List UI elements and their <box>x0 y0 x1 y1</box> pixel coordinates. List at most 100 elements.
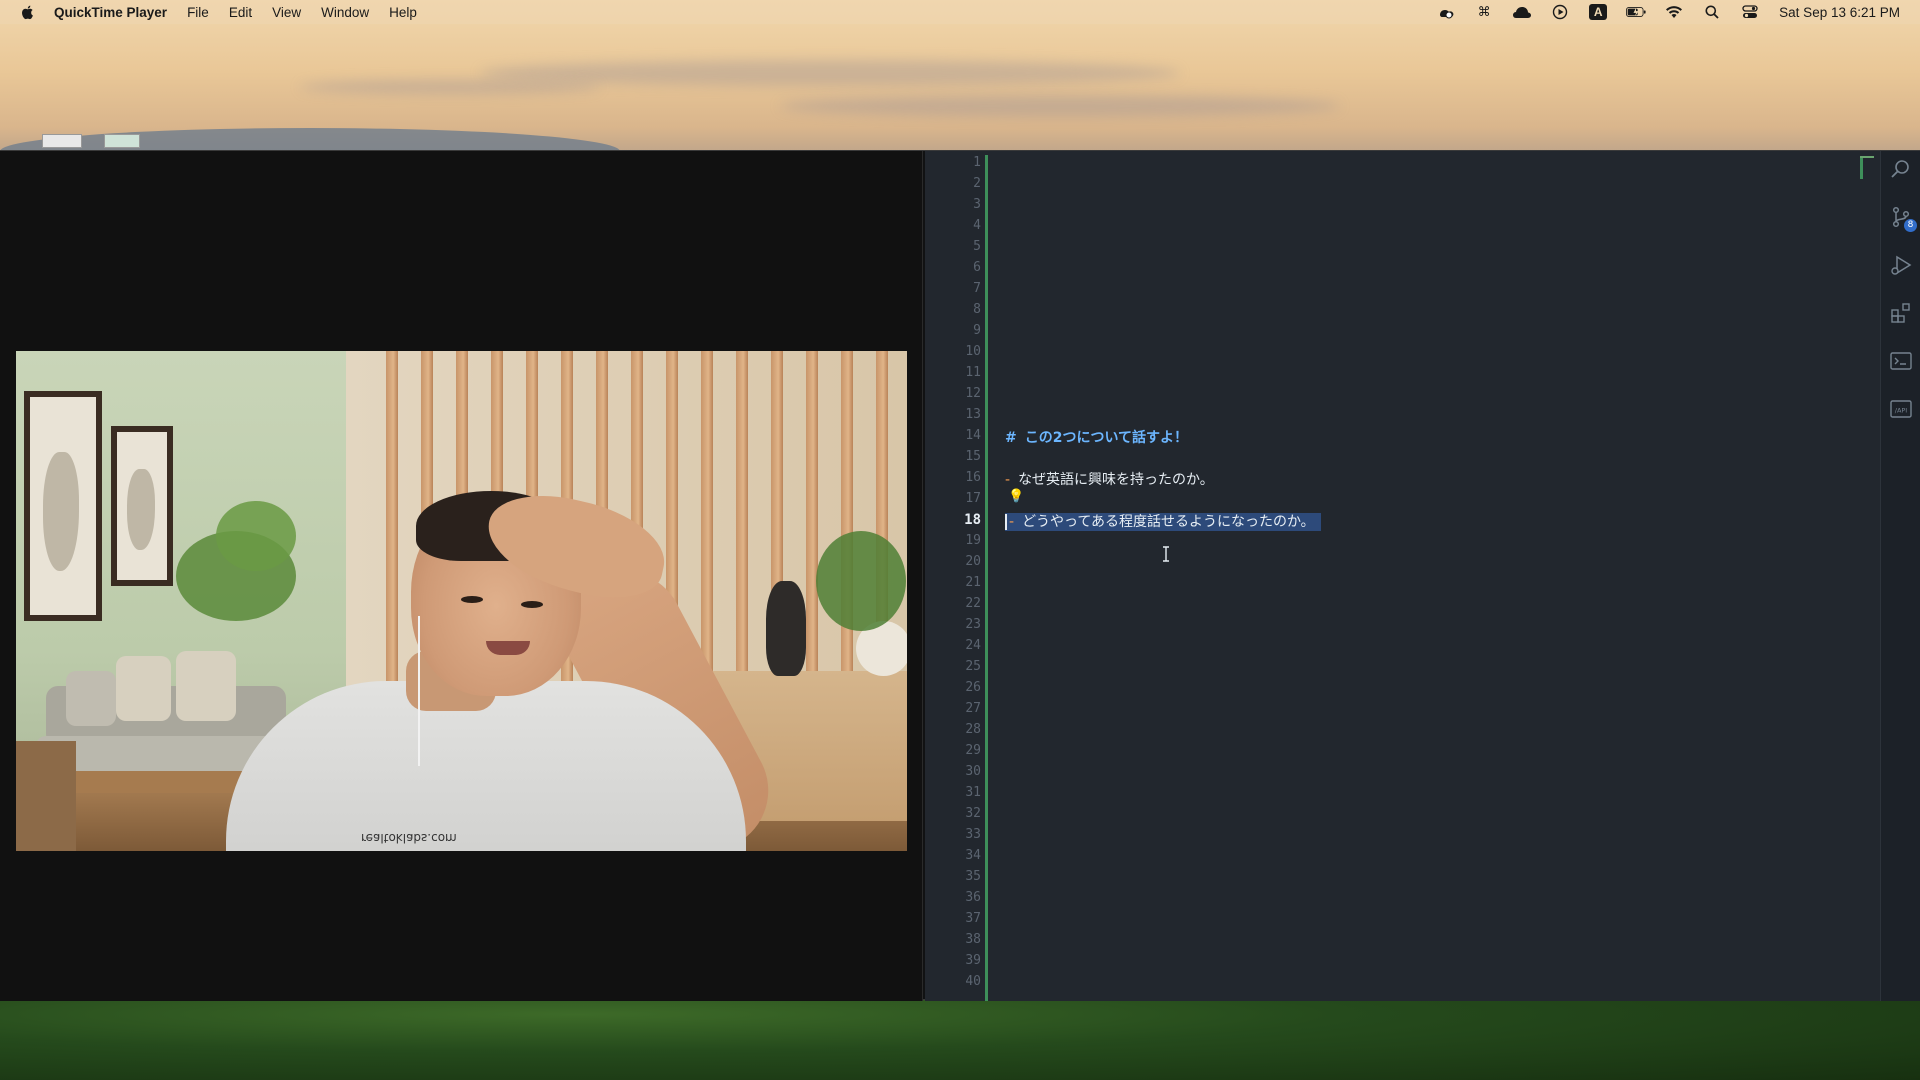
person-eye <box>461 596 483 603</box>
line-number: 17 <box>965 491 981 506</box>
minimap-change-marker[interactable] <box>1860 157 1863 179</box>
menu-file[interactable]: File <box>187 5 209 20</box>
api-label: /API <box>1895 407 1908 415</box>
menu-app-name[interactable]: QuickTime Player <box>54 5 167 20</box>
line-number: 11 <box>965 365 981 380</box>
line-number: 9 <box>973 323 981 338</box>
cloud <box>780 95 1340 117</box>
cloud <box>480 60 1180 86</box>
line-number: 27 <box>965 701 981 716</box>
source-control-icon[interactable]: 8 <box>1889 205 1917 232</box>
line-number: 8 <box>973 302 981 317</box>
keyboard-input-icon[interactable]: A <box>1588 4 1608 20</box>
line-number: 4 <box>973 218 981 233</box>
line-number: 25 <box>965 659 981 674</box>
wifi-icon[interactable] <box>1664 4 1684 20</box>
terminal-icon[interactable] <box>1889 349 1913 373</box>
editor-line-18[interactable]: - どうやってある程度話せるようになったのか。 <box>1005 511 1321 531</box>
line-number: 14 <box>965 428 981 443</box>
line-number: 15 <box>965 449 981 464</box>
line-number: 16 <box>965 470 981 485</box>
play-circle-icon[interactable] <box>1550 4 1570 20</box>
line-number: 5 <box>973 239 981 254</box>
line-number: 23 <box>965 617 981 632</box>
line-number: 18 <box>964 512 981 528</box>
wall-art <box>111 426 173 586</box>
line-number: 38 <box>965 932 981 947</box>
spotlight-search-icon[interactable] <box>1702 4 1722 20</box>
gutter-change-bar <box>985 155 988 1001</box>
search-icon[interactable] <box>1889 157 1913 181</box>
run-debug-icon[interactable] <box>1889 253 1913 277</box>
line-number: 2 <box>973 176 981 191</box>
input-source-label: A <box>1589 4 1608 20</box>
app-indicator-icon[interactable] <box>1436 4 1456 20</box>
shirt-logo: realtoklabs.com <box>361 831 457 845</box>
heading-marker: # <box>1005 430 1017 446</box>
main-window: realtoklabs.com 1 2 3 4 5 6 7 8 9 10 11 12 13 14 15 16 1… <box>0 150 1920 1001</box>
line-number: 12 <box>965 386 981 401</box>
line-number: 28 <box>965 722 981 737</box>
line-number: 10 <box>965 344 981 359</box>
apple-menu-icon[interactable] <box>20 4 36 20</box>
background-window-thumbnail[interactable] <box>42 134 82 148</box>
vase <box>766 581 806 676</box>
cushion <box>116 656 171 721</box>
heading-text: この2つについて話すよ！ <box>1024 430 1189 446</box>
minimap-viewport-indicator[interactable] <box>1860 156 1874 158</box>
control-center-icon[interactable] <box>1740 4 1760 20</box>
list-item-text: なぜ英語に興味を持ったのか。 <box>1018 472 1214 488</box>
line-number: 30 <box>965 764 981 779</box>
selection-highlight: - どうやってある程度話せるようになったのか。 <box>1005 513 1321 531</box>
line-number: 7 <box>973 281 981 296</box>
cloud <box>300 80 600 94</box>
battery-icon[interactable] <box>1626 4 1646 20</box>
quicktime-video-pane[interactable]: realtoklabs.com <box>0 151 923 1001</box>
line-number: 29 <box>965 743 981 758</box>
editor-line-14[interactable]: # この2つについて話すよ！ <box>1005 427 1188 447</box>
earbud-wire <box>418 616 420 766</box>
side-stool <box>16 741 76 851</box>
line-number-gutter: 1 2 3 4 5 6 7 8 9 10 11 12 13 14 15 16 17 18 19 20 21 22 23 24 2… <box>925 151 987 1001</box>
cushion <box>66 671 116 726</box>
video-frame[interactable]: realtoklabs.com <box>16 351 907 851</box>
plant <box>816 531 906 631</box>
menu-bar: QuickTime Player File Edit View Window H… <box>0 0 1920 24</box>
cloud-icon[interactable] <box>1512 4 1532 20</box>
line-number: 35 <box>965 869 981 884</box>
line-number: 3 <box>973 197 981 212</box>
text-caret <box>1005 514 1007 530</box>
editor-line-16[interactable]: - なぜ英語に興味を持ったのか。 <box>1005 469 1214 489</box>
line-number: 37 <box>965 911 981 926</box>
api-icon[interactable]: /API <box>1889 397 1913 421</box>
command-icon[interactable]: ⌘ <box>1474 4 1494 20</box>
list-item-text: どうやってある程度話せるようになったのか。 <box>1022 514 1315 530</box>
line-number: 31 <box>965 785 981 800</box>
lightbulb-icon[interactable]: 💡 <box>1008 488 1024 504</box>
menu-edit[interactable]: Edit <box>229 5 252 20</box>
menubar-clock[interactable]: Sat Sep 13 6:21 PM <box>1779 5 1900 20</box>
line-number: 36 <box>965 890 981 905</box>
menu-help[interactable]: Help <box>389 5 417 20</box>
line-number: 24 <box>965 638 981 653</box>
list-marker: - <box>1009 514 1015 530</box>
code-editor[interactable]: 1 2 3 4 5 6 7 8 9 10 11 12 13 14 15 16 17 18 19 20 21 22 23 24 2… <box>925 151 1880 1001</box>
line-number: 6 <box>973 260 981 275</box>
line-number: 22 <box>965 596 981 611</box>
background-window-thumbnail[interactable] <box>104 134 140 148</box>
line-number: 1 <box>973 155 981 170</box>
plant <box>216 501 296 571</box>
line-number: 13 <box>965 407 981 422</box>
activity-bar: 8 /API <box>1880 151 1920 1001</box>
menu-window[interactable]: Window <box>321 5 369 20</box>
source-control-badge: 8 <box>1904 219 1917 232</box>
line-number: 32 <box>965 806 981 821</box>
desktop-ground <box>0 998 1920 1080</box>
extensions-icon[interactable] <box>1889 301 1913 325</box>
menu-view[interactable]: View <box>272 5 301 20</box>
line-number: 21 <box>965 575 981 590</box>
text-cursor-icon <box>1163 546 1169 562</box>
line-number: 39 <box>965 953 981 968</box>
cushion <box>176 651 236 721</box>
line-number: 20 <box>965 554 981 569</box>
